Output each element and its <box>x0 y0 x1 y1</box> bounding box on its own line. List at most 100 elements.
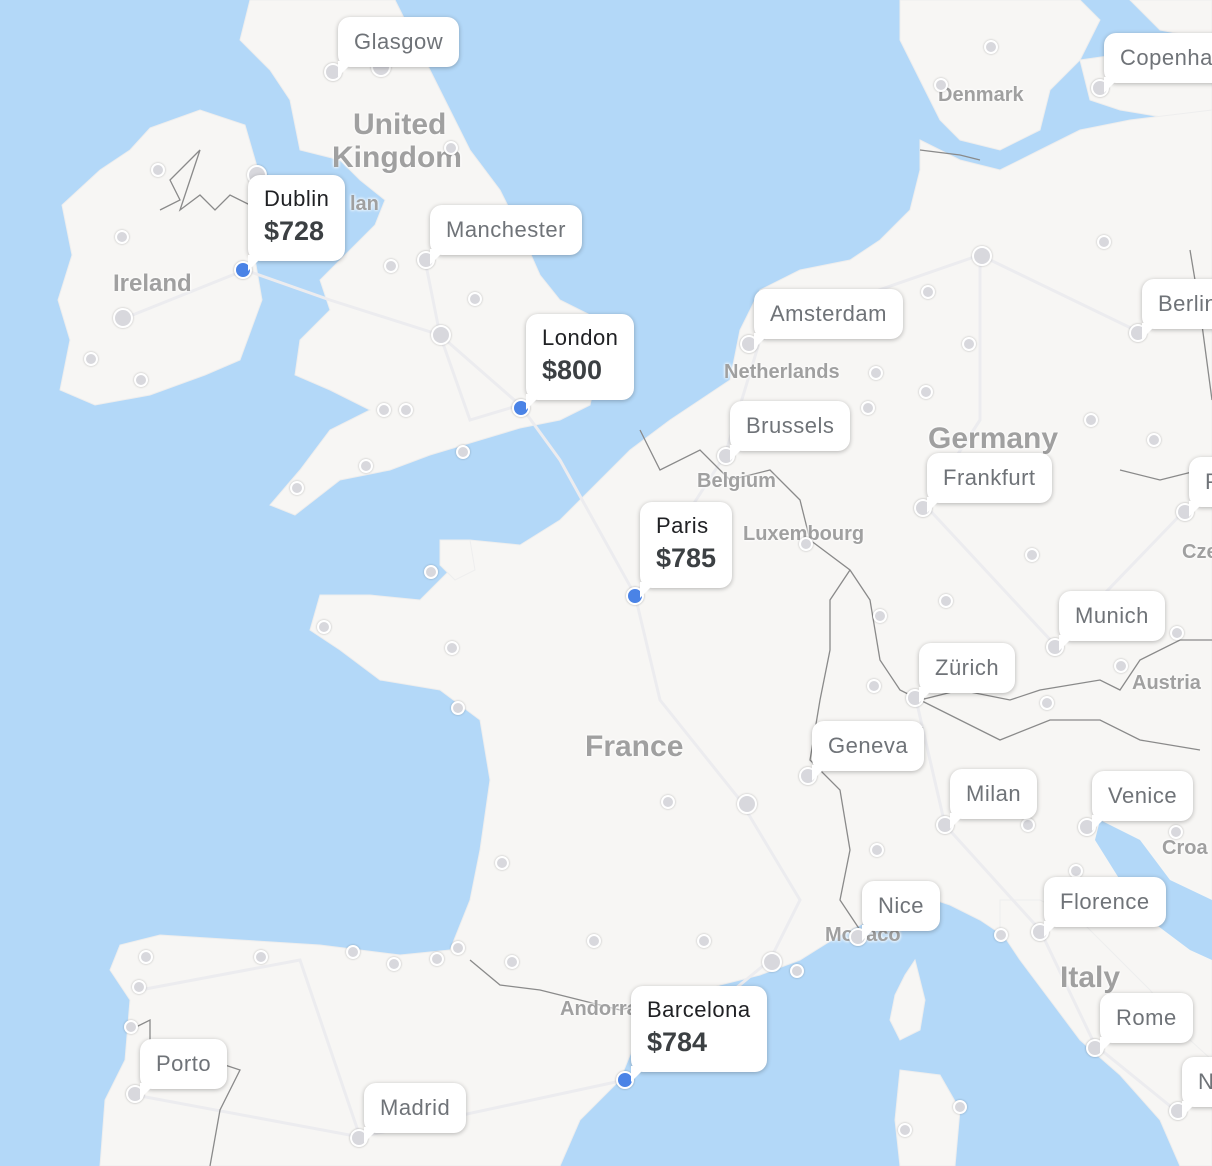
callout-florence[interactable]: Florence <box>1044 877 1166 927</box>
callout-brussels[interactable]: Brussels <box>730 401 851 451</box>
minor-city-dot <box>399 403 413 417</box>
callout-city-name: Florence <box>1060 889 1150 914</box>
callout-city-name: Prague <box>1205 457 1212 507</box>
minor-city-dot <box>384 259 398 273</box>
minor-city-dot <box>921 285 935 299</box>
minor-city-dot <box>870 843 884 857</box>
callout-city-name: Frankfurt <box>943 465 1036 490</box>
callout-city-name: Paris <box>656 513 709 538</box>
callout-glasgow[interactable]: Glasgow <box>338 17 460 67</box>
minor-city-dot <box>661 795 675 809</box>
minor-city-dot <box>762 952 782 972</box>
minor-city-dot <box>456 445 470 459</box>
country-label-netherlands: Netherlands <box>724 361 840 383</box>
minor-city-dot <box>939 594 953 608</box>
minor-city-dot <box>1147 433 1161 447</box>
callout-naples[interactable]: Naples <box>1182 1057 1212 1107</box>
callout-price: $784 <box>647 1027 708 1057</box>
minor-city-dot <box>1169 825 1183 839</box>
callout-zurich[interactable]: Zürich <box>919 643 1016 693</box>
minor-city-dot <box>873 609 887 623</box>
minor-city-dot <box>84 352 98 366</box>
callout-copenhagen[interactable]: Copenhagen <box>1104 33 1212 83</box>
minor-city-dot <box>1097 235 1111 249</box>
callout-frankfurt[interactable]: Frankfurt <box>927 453 1052 503</box>
map-basemap <box>57 0 1212 1166</box>
callout-city-name: Amsterdam <box>770 301 887 326</box>
callout-nice[interactable]: Nice <box>862 881 941 931</box>
minor-city-dot <box>115 230 129 244</box>
callout-city-name: Milan <box>966 781 1022 806</box>
minor-city-dot <box>132 980 146 994</box>
minor-city-dot <box>445 641 459 655</box>
country-label-belgium: Belgium <box>697 470 776 492</box>
minor-city-dot <box>431 325 451 345</box>
country-label-germany: Germany <box>928 422 1059 455</box>
callout-price: $728 <box>264 216 325 246</box>
minor-city-dot <box>898 1123 912 1137</box>
country-label-croatia: Croa <box>1162 837 1208 859</box>
minor-city-dot <box>254 950 268 964</box>
minor-city-dot <box>697 934 711 948</box>
callout-london[interactable]: London $800 <box>526 314 635 400</box>
callout-city-name: Nice <box>878 893 925 918</box>
minor-city-dot <box>495 856 509 870</box>
callout-city-name: Naples <box>1198 1069 1212 1094</box>
callout-city-name: Manchester <box>446 217 566 242</box>
label-isle-of-man: lan <box>350 193 379 215</box>
callout-city-name: Madrid <box>380 1095 451 1120</box>
minor-city-dot <box>151 163 165 177</box>
minor-city-dot <box>1025 548 1039 562</box>
callout-prague[interactable]: Prague <box>1189 457 1212 507</box>
callout-munich[interactable]: Munich <box>1059 591 1165 641</box>
callout-paris[interactable]: Paris $785 <box>640 502 733 588</box>
callout-price: $785 <box>656 543 717 573</box>
callout-milan[interactable]: Milan <box>950 769 1038 819</box>
minor-city-dot <box>869 366 883 380</box>
minor-city-dot <box>113 308 133 328</box>
callout-dublin[interactable]: Dublin $728 <box>248 175 346 261</box>
minor-city-dot <box>737 794 757 814</box>
minor-city-dot <box>359 459 373 473</box>
minor-city-dot <box>962 337 976 351</box>
callout-city-name: Barcelona <box>647 997 751 1022</box>
callout-city-name: Brussels <box>746 413 835 438</box>
minor-city-dot <box>424 565 438 579</box>
map-canvas[interactable]: United Kingdom Ireland lan Denmark Nethe… <box>0 0 1212 1166</box>
minor-city-dot <box>994 928 1008 942</box>
country-label-france: France <box>585 730 684 763</box>
callout-manchester[interactable]: Manchester <box>430 205 582 255</box>
callout-barcelona[interactable]: Barcelona $784 <box>631 986 767 1072</box>
minor-city-dot <box>451 701 465 715</box>
country-label-andorra: Andorra <box>560 998 638 1020</box>
callout-porto[interactable]: Porto <box>140 1039 228 1089</box>
minor-city-dot <box>799 537 813 551</box>
minor-city-dot <box>124 1020 138 1034</box>
callout-amsterdam[interactable]: Amsterdam <box>754 289 903 339</box>
country-label-ireland: Ireland <box>113 270 192 297</box>
minor-city-dot <box>934 78 948 92</box>
minor-city-dot <box>1114 659 1128 673</box>
callout-geneva[interactable]: Geneva <box>812 721 925 771</box>
callout-city-name: Berlin <box>1158 291 1212 316</box>
minor-city-dot <box>1084 413 1098 427</box>
minor-city-dot <box>451 941 465 955</box>
minor-city-dot <box>867 679 881 693</box>
callout-berlin[interactable]: Berlin <box>1142 279 1212 329</box>
minor-city-dot <box>317 620 331 634</box>
minor-city-dot <box>139 950 153 964</box>
minor-city-dot <box>972 246 992 266</box>
callout-city-name: Porto <box>156 1051 212 1076</box>
minor-city-dot <box>505 955 519 969</box>
minor-city-dot <box>290 481 304 495</box>
country-label-united-kingdom-2: Kingdom <box>332 141 462 174</box>
callout-city-name: Copenhagen <box>1120 45 1212 70</box>
callout-madrid[interactable]: Madrid <box>364 1083 467 1133</box>
minor-city-dot <box>861 401 875 415</box>
minor-city-dot <box>919 385 933 399</box>
callout-venice[interactable]: Venice <box>1092 771 1194 821</box>
minor-city-dot <box>1040 696 1054 710</box>
minor-city-dot <box>984 40 998 54</box>
callout-rome[interactable]: Rome <box>1100 993 1193 1043</box>
land-denmark <box>899 0 1101 151</box>
